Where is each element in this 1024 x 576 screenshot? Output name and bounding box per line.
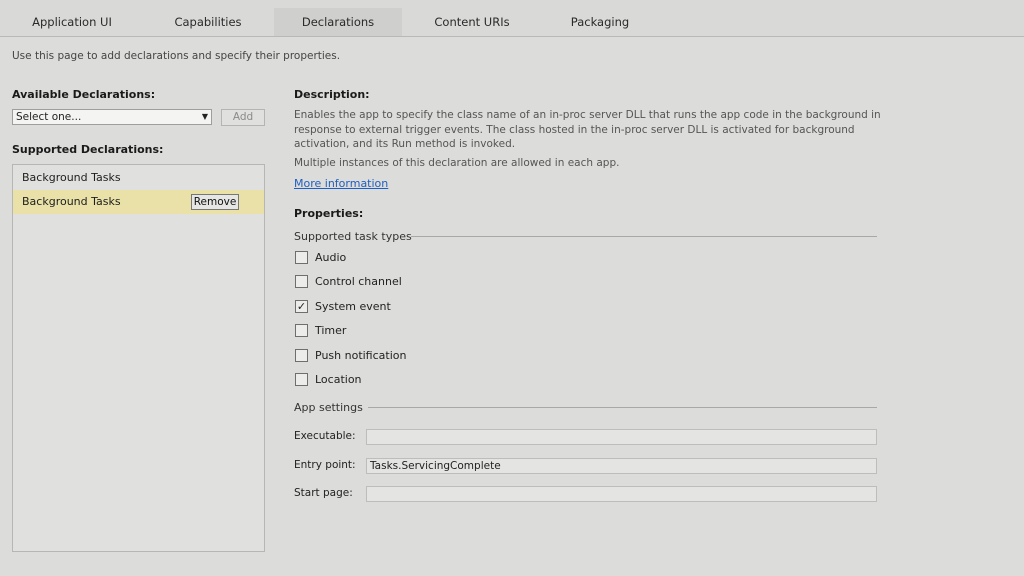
list-item-selected[interactable]: Background Tasks Remove (13, 190, 264, 214)
tab-capabilities[interactable]: Capabilities (146, 8, 270, 36)
available-declarations-title: Available Declarations: (12, 88, 156, 101)
declaration-select-value: Select one... (16, 111, 82, 123)
remove-button[interactable]: Remove (191, 194, 239, 210)
entry-point-label: Entry point: (294, 459, 356, 471)
tab-bar: Application UI Capabilities Declarations… (0, 0, 1024, 37)
executable-label: Executable: (294, 430, 356, 442)
declaration-select[interactable]: Select one... ▼ (12, 109, 212, 125)
task-type-label: Push notification (315, 349, 407, 362)
multi-instance-note: Multiple instances of this declaration a… (294, 157, 620, 169)
properties-title: Properties: (294, 207, 364, 220)
add-button[interactable]: Add (221, 109, 265, 126)
more-information-link[interactable]: More information (294, 177, 388, 190)
tab-declarations[interactable]: Declarations (274, 8, 402, 36)
tab-packaging[interactable]: Packaging (538, 8, 662, 36)
task-type-label: Timer (315, 324, 347, 337)
task-type-label: System event (315, 300, 391, 313)
task-type-label: Location (315, 373, 362, 386)
entry-point-field[interactable]: Tasks.ServicingComplete (366, 458, 877, 474)
start-page-field[interactable] (366, 486, 877, 502)
intro-text: Use this page to add declarations and sp… (12, 50, 341, 62)
supported-task-types-label: Supported task types (294, 230, 412, 243)
supported-declarations-list: Background Tasks Background Tasks Remove (12, 164, 265, 552)
checkbox-audio[interactable] (295, 251, 308, 264)
app-settings-label: App settings (294, 401, 363, 414)
tab-application-ui[interactable]: Application UI (10, 8, 134, 36)
list-item-label: Background Tasks (22, 195, 121, 208)
supported-declarations-title: Supported Declarations: (12, 143, 164, 156)
checkbox-timer[interactable] (295, 324, 308, 337)
task-type-label: Control channel (315, 275, 402, 288)
list-item[interactable]: Background Tasks (13, 166, 264, 190)
group-divider (411, 236, 877, 237)
description-title: Description: (294, 88, 370, 101)
checkbox-push-notification[interactable] (295, 349, 308, 362)
checkbox-system-event[interactable]: ✓ (295, 300, 308, 313)
checkbox-location[interactable] (295, 373, 308, 386)
list-item-label: Background Tasks (22, 171, 121, 184)
checkmark-icon: ✓ (296, 300, 307, 313)
group-divider (368, 407, 877, 408)
executable-field[interactable] (366, 429, 877, 445)
checkbox-control-channel[interactable] (295, 275, 308, 288)
tab-content-uris[interactable]: Content URIs (410, 8, 534, 36)
start-page-label: Start page: (294, 487, 353, 499)
dropdown-arrow-icon: ▼ (201, 112, 208, 121)
description-text: Enables the app to specify the class nam… (294, 109, 881, 150)
task-type-label: Audio (315, 251, 347, 264)
